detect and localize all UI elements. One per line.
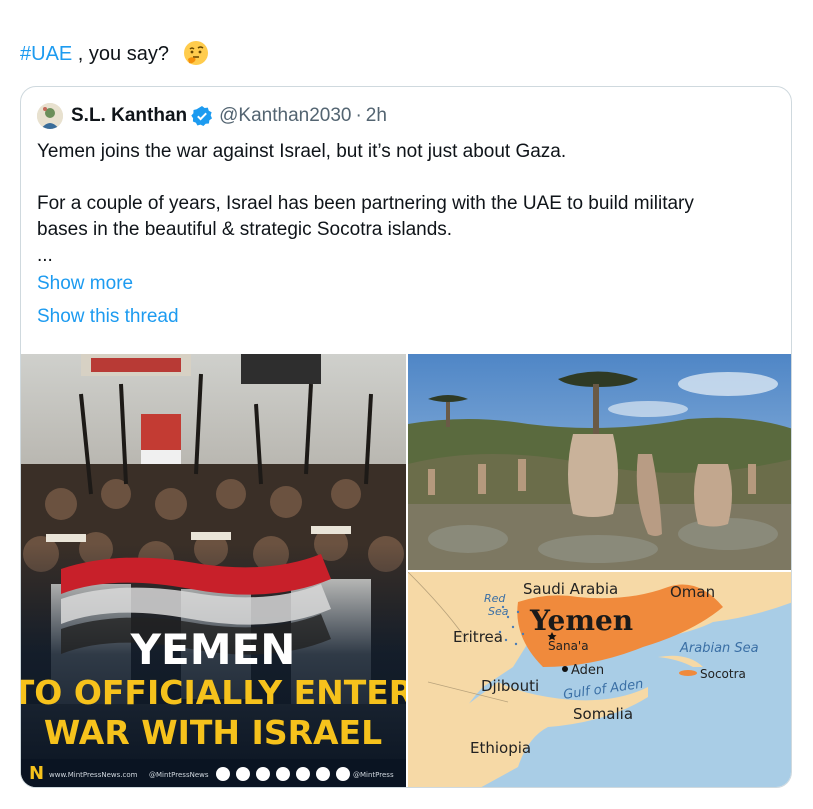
show-thread-link[interactable]: Show this thread <box>37 306 179 328</box>
hashtag-link[interactable]: #UAE <box>20 43 72 65</box>
map-label-red-sea-1: Red <box>484 592 506 605</box>
poster-footer-handle-2: @MintPress <box>353 771 394 779</box>
quote-line-1: Yemen joins the war against Israel, but … <box>37 141 567 162</box>
author-name[interactable]: S.L. Kanthan <box>71 105 187 127</box>
thinking-face-emoji-icon <box>183 40 209 66</box>
quote-line-3: bases in the beautiful & strategic Socot… <box>37 219 453 240</box>
map-label-aden: Aden <box>571 663 604 678</box>
poster-headline-3: WAR WITH ISRAEL <box>44 713 382 752</box>
poster-footer-handle: @MintPressNews <box>149 771 209 779</box>
quote-line-2: For a couple of years, Israel has been p… <box>37 193 694 214</box>
separator-dot: · <box>355 105 362 126</box>
poster-headline-1: YEMEN <box>130 625 296 674</box>
tweet-text-rest: , you say? <box>72 43 169 65</box>
timestamp[interactable]: 2h <box>366 105 387 127</box>
map-label-arabian-sea: Arabian Sea <box>679 641 759 656</box>
aden-dot-icon <box>562 666 568 672</box>
poster-image[interactable]: YEMEN TO OFFICIALLY ENTER WAR WITH ISRAE… <box>21 354 406 787</box>
show-more-link[interactable]: Show more <box>37 273 133 295</box>
verified-badge-icon <box>191 105 213 127</box>
avatar[interactable] <box>37 103 63 129</box>
map-label-ethiopia: Ethiopia <box>470 739 531 757</box>
quote-header: S.L. Kanthan @Kanthan2030 · 2h <box>37 103 387 129</box>
map-label-sanaa: Sana'a <box>548 639 589 653</box>
quoted-tweet-card[interactable]: S.L. Kanthan @Kanthan2030 · 2h Yemen joi… <box>20 86 792 788</box>
mintpress-logo-icon: N <box>29 763 44 784</box>
map-label-red-sea-2: Sea <box>488 605 509 618</box>
map-label-saudi: Saudi Arabia <box>523 580 618 598</box>
map-label-yemen: Yemen <box>529 604 633 637</box>
poster-headline-2: TO OFFICIALLY ENTER <box>21 673 406 712</box>
quote-body: Yemen joins the war against Israel, but … <box>37 139 777 269</box>
media-grid: YEMEN TO OFFICIALLY ENTER WAR WITH ISRAE… <box>21 354 791 787</box>
map-label-djibouti: Djibouti <box>481 677 539 695</box>
map-label-somalia: Somalia <box>573 705 633 723</box>
map-label-socotra: Socotra <box>700 667 746 681</box>
map-label-oman: Oman <box>670 583 715 601</box>
map-label-eritrea: Eritrea <box>453 628 503 646</box>
tweet-text: #UAE , you say? <box>20 40 209 67</box>
author-handle[interactable]: @Kanthan2030 <box>219 105 351 127</box>
yemen-map[interactable]: Saudi Arabia Oman Red Sea Yemen Sana'a E… <box>408 572 791 787</box>
socotra-photo[interactable] <box>408 354 791 570</box>
quote-ellipsis: ... <box>37 245 53 266</box>
poster-footer-site: www.MintPressNews.com <box>49 771 138 779</box>
